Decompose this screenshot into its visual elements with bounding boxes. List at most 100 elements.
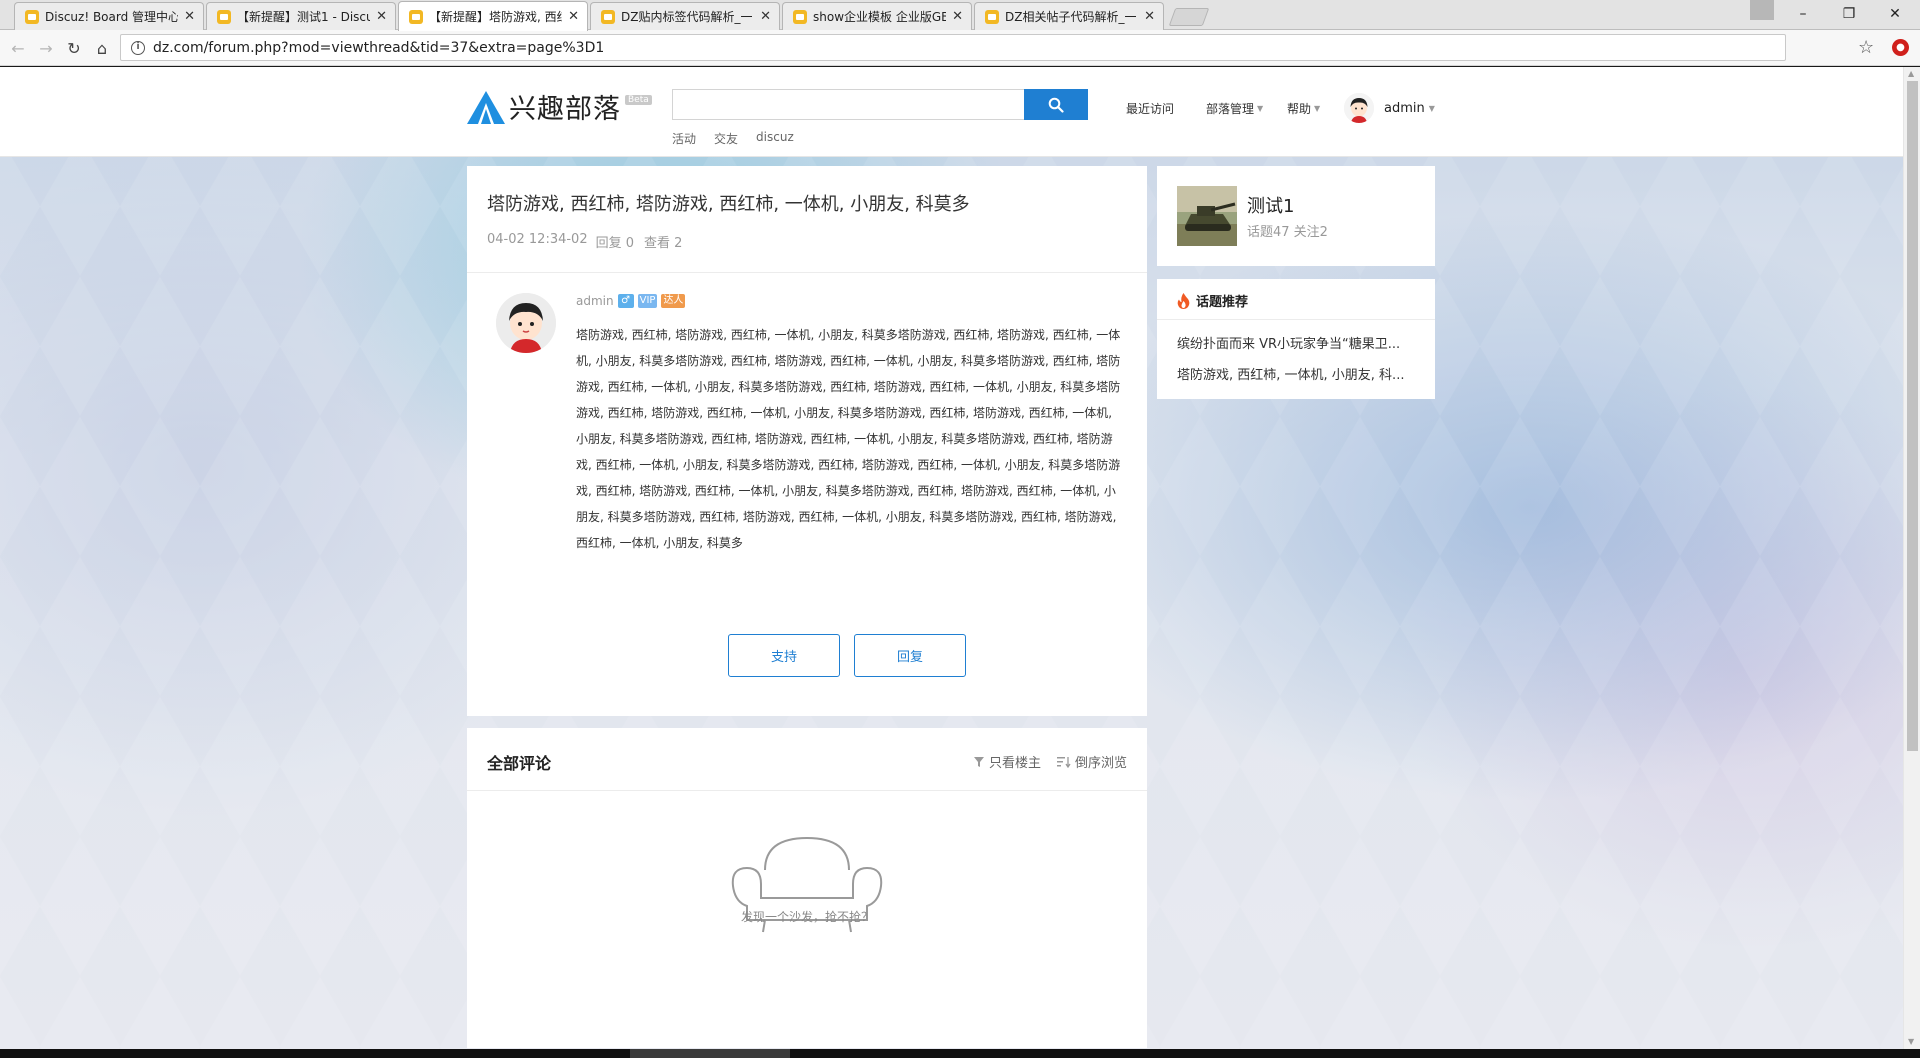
browser-tab-2[interactable]: 【新提醒】塔防游戏, 西红 ✕ [398, 1, 588, 31]
info-icon[interactable]: i [131, 40, 145, 55]
topics-title: 话题推荐 [1196, 295, 1249, 310]
empty-comments-text: 发现一个沙发，抢不抢？ [740, 910, 873, 924]
group-name[interactable]: 测试1 [1247, 192, 1294, 218]
thread-title: 塔防游戏, 西红柿, 塔防游戏, 西红柿, 一体机, 小朋友, 科莫多 [487, 194, 970, 215]
minimize-button[interactable]: – [1780, 0, 1826, 28]
post-content: 塔防游戏, 西红柿, 塔防游戏, 西红柿, 一体机, 小朋友, 科莫多塔防游戏,… [576, 328, 1121, 550]
back-arrow-icon[interactable]: ← [6, 36, 30, 60]
reverse-order-toggle[interactable]: 倒序浏览 [1056, 752, 1127, 771]
search-link-activity[interactable]: 活动 [672, 130, 696, 147]
nav-manage[interactable]: 部落管理 ▼ [1206, 100, 1263, 117]
vip-badge: VIP [637, 294, 658, 308]
author-avatar[interactable] [496, 293, 556, 353]
favicon-icon [409, 9, 423, 24]
search-bar [672, 89, 1088, 120]
post-actions: 支持 回复 [728, 634, 966, 677]
browser-toolbar: ← → ↻ ⌂ i dz.com/forum.php?mod=viewthrea… [0, 30, 1920, 66]
restore-button[interactable]: ❐ [1826, 0, 1872, 28]
os-taskbar [0, 1049, 1920, 1058]
recommended-topics-card: 话题推荐 缤纷扑面而来 VR小玩家争当“糖果卫... 塔防游戏, 西红柿, 一体… [1157, 279, 1435, 399]
extension-icon[interactable]: ● [1892, 39, 1909, 56]
search-link-discuz[interactable]: discuz [756, 130, 794, 147]
author-name[interactable]: admin [576, 294, 614, 308]
only-owner-filter[interactable]: 只看楼主 [973, 752, 1041, 771]
browser-tab-0[interactable]: Discuz! Board 管理中心 ✕ [14, 2, 204, 30]
tab-title: 【新提醒】测试1 - Discu [237, 10, 371, 24]
tab-close-icon[interactable]: ✕ [952, 9, 963, 24]
tab-close-icon[interactable]: ✕ [760, 9, 771, 24]
tab-close-icon[interactable]: ✕ [184, 9, 195, 24]
logo-tent-icon [466, 89, 506, 125]
group-stats: 话题47 关注2 [1247, 225, 1328, 240]
search-icon [1048, 97, 1064, 113]
caret-down-icon: ▼ [1257, 104, 1264, 113]
tab-title: Discuz! Board 管理中心 [45, 10, 179, 24]
tab-title: 【新提醒】塔防游戏, 西红 [429, 10, 563, 24]
page-scrollbar[interactable]: ▲ ▼ [1903, 67, 1920, 1049]
user-name-label: admin [1384, 101, 1425, 116]
topic-link[interactable]: 缤纷扑面而来 VR小玩家争当“糖果卫... [1177, 333, 1417, 352]
browser-tab-1[interactable]: 【新提醒】测试1 - Discu ✕ [206, 2, 396, 30]
nav-recent-label: 最近访问 [1126, 102, 1175, 116]
sort-icon [1056, 756, 1071, 768]
forward-arrow-icon[interactable]: → [34, 36, 58, 60]
search-link-dating[interactable]: 交友 [714, 130, 738, 147]
search-button[interactable] [1024, 89, 1088, 120]
thread-views: 查看 2 [644, 236, 683, 251]
favicon-icon [25, 9, 39, 24]
site-logo[interactable]: 兴趣部落 Beta [466, 87, 652, 126]
site-header: 兴趣部落 Beta 活动 交友 discuz 最近访问 部落管理 ▼ 帮助 ▼ … [0, 67, 1903, 157]
user-avatar[interactable] [1344, 93, 1374, 123]
reload-icon[interactable]: ↻ [62, 36, 86, 60]
nav-manage-label: 部落管理 [1206, 102, 1255, 116]
page-viewport: 兴趣部落 Beta 活动 交友 discuz 最近访问 部落管理 ▼ 帮助 ▼ … [0, 67, 1903, 1049]
divider [467, 272, 1147, 273]
close-window-button[interactable]: ✕ [1872, 0, 1918, 28]
search-hot-links: 活动 交友 discuz [672, 130, 794, 147]
comments-title: 全部评论 [487, 754, 552, 773]
favicon-icon [793, 9, 807, 24]
browser-tab-4[interactable]: show企业模板 企业版GB ✕ [782, 2, 972, 30]
browser-tab-3[interactable]: DZ贴内标签代码解析_一 ✕ [590, 2, 780, 30]
url-text: dz.com/forum.php?mod=viewthread&tid=37&e… [153, 39, 605, 56]
filter-icon [973, 756, 984, 767]
browser-tabstrip: Discuz! Board 管理中心 ✕ 【新提醒】测试1 - Discu ✕ … [0, 0, 1920, 31]
fire-icon [1177, 292, 1190, 309]
comments-card: 全部评论 只看楼主 倒序浏览 发现一个沙发，抢不抢？ [467, 728, 1147, 1048]
tab-close-icon[interactable]: ✕ [376, 9, 387, 24]
reply-button[interactable]: 回复 [854, 634, 966, 677]
nav-help[interactable]: 帮助 ▼ [1287, 100, 1320, 117]
bookmark-star-icon[interactable]: ☆ [1858, 37, 1874, 58]
comments-tools: 只看楼主 倒序浏览 [973, 752, 1127, 771]
thread-meta: 04-02 12:34-02 回复 0 查看 2 [487, 232, 682, 251]
taskbar-active-item[interactable] [630, 1049, 790, 1058]
support-button[interactable]: 支持 [728, 634, 840, 677]
only-owner-label: 只看楼主 [988, 756, 1041, 771]
male-badge-icon: ♂ [617, 294, 634, 308]
group-thumbnail[interactable] [1177, 186, 1237, 246]
caret-down-icon: ▼ [1428, 104, 1435, 113]
logo-text: 兴趣部落 [509, 94, 621, 125]
scroll-up-icon[interactable]: ▲ [1908, 69, 1914, 78]
caret-down-icon: ▼ [1314, 104, 1321, 113]
favicon-icon [985, 9, 999, 24]
reverse-order-label: 倒序浏览 [1074, 756, 1127, 771]
nav-recent[interactable]: 最近访问 [1126, 100, 1174, 117]
topics-header: 话题推荐 [1177, 291, 1248, 310]
scroll-down-icon[interactable]: ▼ [1908, 1037, 1914, 1046]
home-icon[interactable]: ⌂ [90, 36, 114, 60]
thread-replies: 回复 0 [595, 236, 635, 251]
favicon-icon [601, 9, 615, 24]
scrollbar-thumb[interactable] [1907, 81, 1918, 751]
thread-time: 04-02 12:34-02 [487, 232, 588, 247]
user-menu[interactable]: admin ▼ [1384, 101, 1435, 116]
tab-title: DZ相关帖子代码解析_一 [1005, 10, 1137, 24]
tab-close-icon[interactable]: ✕ [1144, 9, 1155, 24]
new-tab-button[interactable] [1168, 8, 1210, 26]
address-bar[interactable]: i dz.com/forum.php?mod=viewthread&tid=37… [120, 34, 1786, 61]
profile-icon[interactable] [1750, 0, 1774, 20]
search-input[interactable] [672, 89, 1024, 120]
tab-close-icon[interactable]: ✕ [568, 9, 579, 24]
topic-link[interactable]: 塔防游戏, 西红柿, 一体机, 小朋友, 科... [1177, 364, 1417, 383]
browser-tab-5[interactable]: DZ相关帖子代码解析_一 ✕ [974, 2, 1164, 30]
